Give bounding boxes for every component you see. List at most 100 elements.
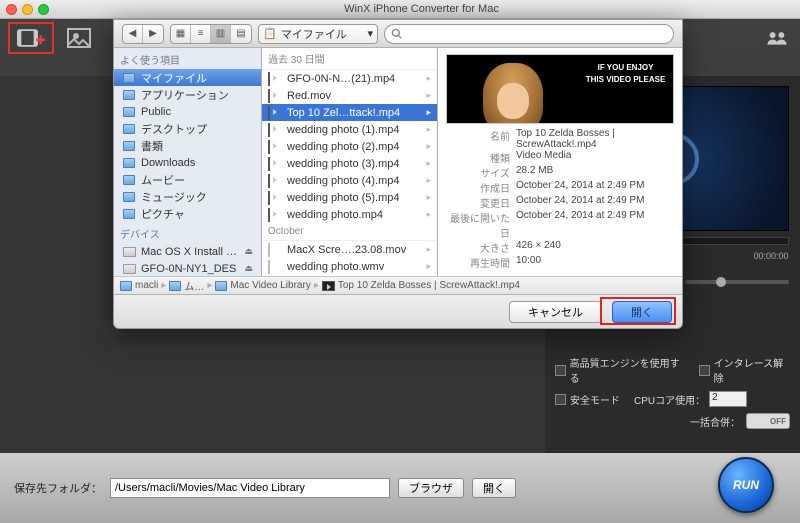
pictures-icon xyxy=(122,208,136,220)
eject-icon[interactable]: ⏏ xyxy=(244,246,253,257)
volume-slider[interactable] xyxy=(685,280,789,284)
path-segment[interactable]: Top 10 Zelda Bosses | ScrewAttack!.mp4 xyxy=(322,280,520,291)
file-row[interactable]: wedding photo.mp4▸ xyxy=(262,206,437,223)
open-folder-button[interactable]: 開く xyxy=(472,478,516,498)
nav-forward-button[interactable]: ▶ xyxy=(143,25,163,43)
meta-row: サイズ28.2 MB xyxy=(446,165,674,180)
dialog-cancel-button[interactable]: キャンセル xyxy=(509,301,602,323)
file-icon xyxy=(268,261,282,273)
merge-toggle[interactable]: OFF xyxy=(746,413,790,429)
sidebar-item-Downloads[interactable]: Downloads xyxy=(114,154,261,171)
profiles-button[interactable] xyxy=(762,25,792,51)
sidebar-item-アプリケーション[interactable]: アプリケーション xyxy=(114,86,261,103)
meta-row: 作成日October 24, 2014 at 2:49 PM xyxy=(446,180,674,195)
video-icon xyxy=(268,158,282,170)
meta-row: 種類Video Media xyxy=(446,150,674,165)
title-bar: WinX iPhone Converter for Mac xyxy=(0,0,800,19)
sidebar-item-ムービー[interactable]: ムービー xyxy=(114,171,261,188)
sidebar-item-Public[interactable]: Public xyxy=(114,103,261,120)
film-plus-icon xyxy=(17,26,45,50)
dialog-footer: キャンセル 開く xyxy=(114,294,682,328)
nav-back-button[interactable]: ◀ xyxy=(123,25,143,43)
view-list-button[interactable]: ≡ xyxy=(191,25,211,43)
sidebar-item-書類[interactable]: 書類 xyxy=(114,137,261,154)
documents-icon xyxy=(122,140,136,152)
view-icon-button[interactable]: ▦ xyxy=(171,25,191,43)
music-icon xyxy=(122,191,136,203)
path-segment[interactable]: ム… xyxy=(169,278,204,293)
video-icon xyxy=(268,124,282,136)
dialog-sidebar: よく使う項目 マイファイルアプリケーションPublicデスクトップ書類Downl… xyxy=(114,48,262,276)
view-column-button[interactable]: ▥ xyxy=(211,25,231,43)
dialog-open-button[interactable]: 開く xyxy=(612,301,672,323)
meta-row: 名前Top 10 Zelda Bosses | ScrewAttack!.mp4 xyxy=(446,128,674,150)
file-group-header: 過去 30 日間 xyxy=(262,48,437,70)
movies-icon xyxy=(122,174,136,186)
sidebar-favorites-header: よく使う項目 xyxy=(114,48,261,69)
zoom-window-button[interactable] xyxy=(38,4,49,15)
sidebar-device-Mac OS X Install ESD[interactable]: Mac OS X Install ESD⏏ xyxy=(114,243,261,260)
meta-row: 大きさ426 × 240 xyxy=(446,240,674,255)
drive-icon xyxy=(122,263,136,275)
preview-time-right: 00:00:00 xyxy=(753,251,788,261)
deinterlace-checkbox[interactable]: インタレース解除 xyxy=(699,355,790,385)
file-row[interactable]: wedding photo.wmv▸ xyxy=(262,258,437,275)
file-row[interactable]: wedding photo (3).mp4▸ xyxy=(262,155,437,172)
meta-row: 最後に開いた日October 24, 2014 at 2:49 PM xyxy=(446,210,674,240)
path-segment[interactable]: Mac Video Library xyxy=(215,280,310,291)
minimize-window-button[interactable] xyxy=(22,4,33,15)
all-files-icon xyxy=(122,72,136,84)
open-file-dialog: ◀ ▶ ▦ ≡ ▥ ▤ 📋 マイファイル ▾ よく使う項目 マイファイルアプリケ… xyxy=(113,19,683,329)
bottom-bar: 保存先フォルダ： ブラウザ 開く RUN xyxy=(0,453,800,523)
hq-engine-checkbox[interactable]: 高品質エンジンを使用する xyxy=(555,355,685,385)
dialog-file-list: 過去 30 日間GFO-0N-N…(21).mp4▸Red.mov▸Top 10… xyxy=(262,48,438,276)
file-row[interactable]: Red.mov▸ xyxy=(262,87,437,104)
file-row[interactable]: wedding photo (4).mp4▸ xyxy=(262,172,437,189)
sidebar-item-デスクトップ[interactable]: デスクトップ xyxy=(114,120,261,137)
video-icon xyxy=(268,209,282,221)
photo-tool-button[interactable] xyxy=(64,25,94,51)
downloads-icon xyxy=(122,157,136,169)
view-coverflow-button[interactable]: ▤ xyxy=(231,25,251,43)
file-row[interactable]: MacX Scre….23.08.mov▸ xyxy=(262,241,437,258)
safe-mode-checkbox[interactable]: 安全モード xyxy=(555,391,620,407)
desktop-icon xyxy=(122,123,136,135)
run-button[interactable]: RUN xyxy=(718,457,774,513)
file-row[interactable]: wedding photo (5).mp4▸ xyxy=(262,189,437,206)
file-icon xyxy=(268,244,282,256)
sidebar-device-GFO-0N-NY1_DES[interactable]: GFO-0N-NY1_DES⏏ xyxy=(114,260,261,276)
cpu-core-label: CPUコア使用： xyxy=(634,392,705,407)
window-title: WinX iPhone Converter for Mac xyxy=(49,3,794,15)
sidebar-item-マイファイル[interactable]: マイファイル xyxy=(114,69,261,86)
dialog-path-bar: macli▸ ム…▸ Mac Video Library▸ Top 10 Zel… xyxy=(114,276,682,294)
eject-icon[interactable]: ⏏ xyxy=(244,263,253,274)
nav-segment[interactable]: ◀ ▶ xyxy=(122,24,164,44)
file-row[interactable]: GFO-0N-N…(21).mp4▸ xyxy=(262,70,437,87)
browse-button[interactable]: ブラウザ xyxy=(398,478,464,498)
file-row[interactable]: wedding photo (2).mp4▸ xyxy=(262,138,437,155)
dialog-toolbar: ◀ ▶ ▦ ≡ ▥ ▤ 📋 マイファイル ▾ xyxy=(114,20,682,48)
output-folder-input[interactable] xyxy=(110,478,390,498)
sidebar-item-ミュージック[interactable]: ミュージック xyxy=(114,188,261,205)
sidebar-item-ピクチャ[interactable]: ピクチャ xyxy=(114,205,261,222)
preview-thumbnail: IF YOU ENJOY THIS VIDEO PLEASE xyxy=(446,54,674,124)
cpu-core-select[interactable]: 2 xyxy=(709,391,747,407)
view-segment[interactable]: ▦ ≡ ▥ ▤ xyxy=(170,24,252,44)
dialog-search-input[interactable] xyxy=(384,24,674,44)
add-video-button[interactable] xyxy=(8,22,54,54)
video-icon xyxy=(268,107,282,119)
path-segment[interactable]: macli xyxy=(120,280,158,291)
file-row[interactable]: wedding photo (1).mp4▸ xyxy=(262,121,437,138)
video-icon xyxy=(268,73,282,85)
file-group-header: October xyxy=(262,223,437,241)
location-dropdown[interactable]: 📋 マイファイル ▾ xyxy=(258,24,378,44)
close-window-button[interactable] xyxy=(6,4,17,15)
video-icon xyxy=(268,141,282,153)
file-row[interactable]: Top 10 Zel…ttack!.mp4▸ xyxy=(262,104,437,121)
meta-row: 再生時間10:00 xyxy=(446,255,674,270)
search-icon xyxy=(391,28,402,39)
drive-icon xyxy=(122,246,136,258)
apps-icon xyxy=(122,89,136,101)
video-icon xyxy=(268,175,282,187)
dialog-preview-pane: IF YOU ENJOY THIS VIDEO PLEASE 名前Top 10 … xyxy=(438,48,682,276)
